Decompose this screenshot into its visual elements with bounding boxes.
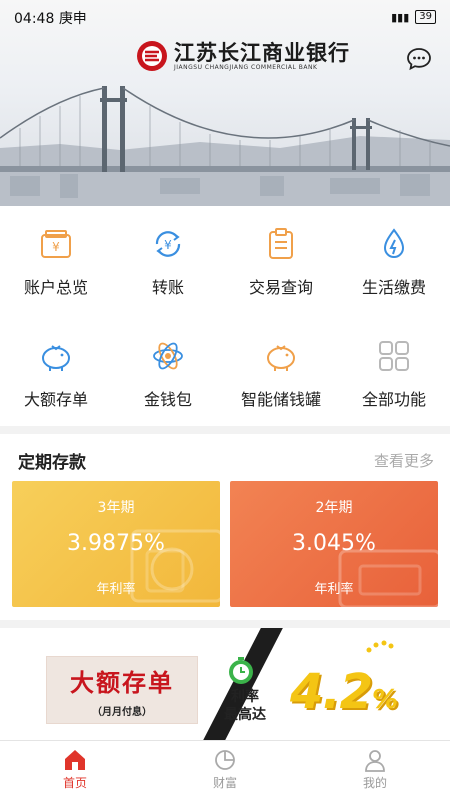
chat-icon[interactable] (406, 46, 432, 72)
battery-icon: 39 (415, 10, 436, 24)
grid-icon (379, 341, 409, 371)
bottom-tab-bar: 首页 财富 我的 (0, 740, 450, 800)
banner-rate-value: 4.2% (290, 664, 398, 720)
card-rate-label: 年利率 (96, 582, 136, 597)
menu-item-transaction-query[interactable]: 交易查询 (225, 206, 337, 306)
bank-name-en: JIANGSU CHANGJIANG COMMERCIAL BANK (174, 63, 318, 71)
bank-logo-icon (137, 41, 167, 71)
card-term: 3年期 (97, 500, 135, 516)
menu-label: 交易查询 (248, 278, 313, 297)
menu-label: 金钱包 (143, 390, 192, 409)
banner-title: 大额存单 (70, 668, 174, 697)
svg-text:¥: ¥ (52, 240, 60, 254)
transfer-icon: ¥ (155, 231, 181, 257)
section-title: 定期存款 (18, 453, 86, 473)
menu-label: 生活缴费 (361, 278, 426, 297)
menu-label: 转账 (151, 278, 184, 297)
water-drop-icon (383, 228, 405, 258)
tab-home[interactable]: 首页 (0, 741, 150, 800)
fixed-deposit-section: 定期存款 查看更多 3年期 3.9875% 年利率 2年期 3.045% 年利率 (0, 434, 450, 620)
menu-item-money-wallet[interactable]: 金钱包 (112, 318, 224, 418)
home-icon (65, 750, 85, 770)
status-bar-icons: ▮▮▮ 39 (391, 10, 436, 24)
bank-logo: 江苏长江商业银行 JIANGSU CHANGJIANG COMMERCIAL B… (136, 40, 350, 72)
banner-rate-unit: % (372, 685, 398, 715)
menu-item-all-functions[interactable]: 全部功能 (338, 318, 450, 418)
banner-rate-number: 4.2 (290, 664, 373, 720)
card-rate: 3.9875% (67, 531, 165, 556)
signal-icon: ▮▮▮ (391, 10, 410, 24)
piggy-bank-icon (42, 345, 70, 371)
deposit-card-3-year[interactable]: 3年期 3.9875% 年利率 (12, 481, 220, 607)
pie-chart-icon (215, 750, 235, 770)
tab-label: 财富 (212, 776, 237, 790)
tab-label: 首页 (62, 776, 87, 790)
menu-item-transfer[interactable]: ¥ 转账 (112, 206, 224, 306)
hero-header: 04:48 庚申 ▮▮▮ 39 江苏长江商业银行 JIANGSU CHANGJI… (0, 0, 450, 206)
wallet-icon: ¥ (41, 230, 71, 258)
menu-label: 全部功能 (361, 390, 426, 409)
menu-label: 大额存单 (23, 390, 88, 409)
clock-icon (229, 657, 253, 684)
menu-item-large-deposit[interactable]: 大额存单 (0, 318, 112, 418)
atom-icon (153, 342, 183, 370)
menu-item-life-payment[interactable]: 生活缴费 (338, 206, 450, 306)
decor-dots (366, 640, 394, 653)
menu-label: 智能储钱罐 (240, 390, 321, 409)
promo-banner[interactable]: 大额存单 （月月付息） 利率 最高达 4.2% (0, 628, 450, 740)
svg-text:¥: ¥ (164, 238, 172, 252)
clipboard-icon (269, 228, 293, 259)
banner-rate-line1: 利率 (231, 689, 259, 705)
card-rate-label: 年利率 (314, 582, 354, 597)
banner-rate-line2: 最高达 (224, 707, 266, 723)
tab-mine[interactable]: 我的 (300, 741, 450, 800)
bridge-illustration (0, 86, 450, 206)
deposit-card-2-year[interactable]: 2年期 3.045% 年利率 (230, 481, 438, 607)
banner-rate-label: 利率 最高达 (224, 688, 266, 724)
banner-subtitle: （月月付息） (92, 707, 152, 718)
user-icon (365, 750, 385, 772)
tab-label: 我的 (362, 776, 387, 790)
function-menu: ¥ 账户总览 ¥ 转账 交易查询 生活缴费 大额存单 金钱包 智能储钱罐 全部功… (0, 206, 450, 426)
piggy-bank-icon (267, 345, 295, 371)
card-rate: 3.045% (292, 531, 376, 556)
card-term: 2年期 (315, 500, 353, 516)
banner-product-box: 大额存单 （月月付息） (46, 656, 198, 724)
status-time: 04:48 (14, 11, 55, 27)
menu-item-smart-piggy-bank[interactable]: 智能储钱罐 (225, 318, 337, 418)
status-day: 庚申 (58, 11, 87, 27)
tab-wealth[interactable]: 财富 (150, 741, 300, 800)
bank-name: 江苏长江商业银行 (174, 40, 350, 65)
menu-label: 账户总览 (23, 278, 88, 297)
status-bar-time: 04:48 庚申 (14, 8, 87, 28)
menu-item-account-overview[interactable]: ¥ 账户总览 (0, 206, 112, 306)
view-more-link[interactable]: 查看更多 (374, 450, 434, 471)
